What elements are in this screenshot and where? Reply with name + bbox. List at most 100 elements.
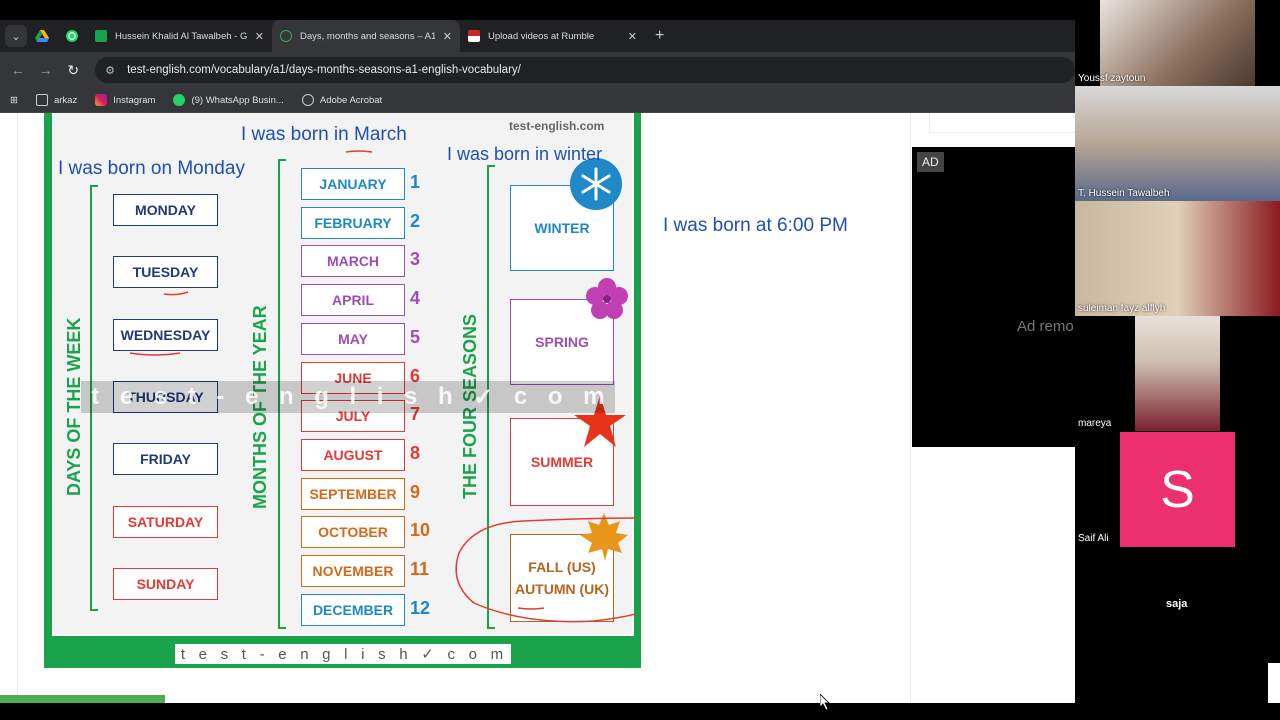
overlay-letter: i <box>376 383 384 410</box>
overlay-letter: e <box>119 383 134 410</box>
participant-name: Saif Ali <box>1078 533 1109 544</box>
footer-letter: t <box>241 645 248 663</box>
overlay-letter: h <box>437 383 453 410</box>
browser-toolbar: ← → ↻ ⚙ test-english.com/vocabulary/a1/d… <box>0 52 1075 88</box>
new-tab-button[interactable]: + <box>655 27 664 45</box>
footer-letter: e <box>198 645 209 663</box>
sheets-icon <box>95 30 107 42</box>
participant-tile[interactable]: S Saif Ali <box>1075 432 1280 547</box>
participant-tile[interactable]: T. Hussein Tawalbeh <box>1075 86 1280 201</box>
checkmark-icon <box>280 30 292 42</box>
tab-title: Hussein Khalid Al Tawalbeh - Go <box>115 30 247 42</box>
tab-title: Days, months and seasons – A1 <box>300 30 435 42</box>
bookmark-acrobat[interactable]: Adobe Acrobat <box>301 94 383 106</box>
footer-letter: l <box>344 645 350 663</box>
instagram-icon <box>95 94 108 106</box>
annotation-season: I was born in winter <box>447 144 603 164</box>
scrollbar[interactable] <box>1268 663 1280 703</box>
footer-letter: c <box>447 645 457 663</box>
participant-tile[interactable]: mareya <box>1075 316 1280 431</box>
overlay-letter: s <box>404 383 418 410</box>
footer-letter: m <box>490 645 506 663</box>
bookmark-label: Instagram <box>113 94 156 106</box>
participant-name: saja <box>1166 598 1188 610</box>
participant-name: T. Hussein Tawalbeh <box>1078 188 1170 199</box>
overlay-letter: t <box>91 383 100 410</box>
overlay-letter: ✓ <box>473 383 494 411</box>
pinned-tab-whatsapp[interactable] <box>57 21 87 51</box>
ad-panel[interactable]: AD Ad remo <box>912 147 1075 447</box>
bookmark-arkaz[interactable]: arkaz <box>35 94 78 106</box>
footer-letter: s <box>220 645 231 663</box>
address-bar[interactable]: ⚙ test-english.com/vocabulary/a1/days-mo… <box>95 57 1075 83</box>
participant-video <box>1075 201 1280 316</box>
overlay-letter: l <box>349 383 357 410</box>
tab-search-button[interactable]: ⌄ <box>5 25 27 47</box>
overlay-letter: t <box>187 383 196 410</box>
bookmark-whatsapp[interactable]: (9) WhatsApp Busin... <box>173 94 284 106</box>
bookmark-instagram[interactable]: Instagram <box>95 94 155 106</box>
footer-letter: g <box>322 645 333 663</box>
footer-letter: t <box>180 645 187 663</box>
acrobat-icon <box>301 94 314 106</box>
screen: ⌄ Hussein Khalid Al Tawalbeh - Go ✕ Days… <box>0 0 1280 720</box>
annotation-marks <box>129 150 636 623</box>
mouse-cursor-icon <box>820 694 830 710</box>
whatsapp-icon <box>173 94 186 106</box>
participant-name: suleiman fayz alflyh <box>1078 303 1166 314</box>
close-icon[interactable]: ✕ <box>443 30 452 43</box>
video-gallery: Youssf zaytoun T. Hussein Tawalbeh sulei… <box>1075 0 1280 663</box>
participant-video <box>1075 86 1280 201</box>
flag-icon <box>468 30 480 42</box>
url-text: test-english.com/vocabulary/a1/days-mont… <box>127 64 521 76</box>
reload-icon[interactable]: ↻ <box>59 62 87 79</box>
overlay-letter: c <box>513 383 528 410</box>
chart-inner-panel: test-english.com DAYS OF THE WEEK MONTHS… <box>52 113 636 636</box>
ad-remove-text[interactable]: Ad remo <box>1017 318 1074 335</box>
sidebar-box <box>929 113 1075 133</box>
pinned-tab-drive[interactable] <box>27 21 57 51</box>
overlay-letter: e <box>244 383 259 410</box>
footer-letter: s <box>378 645 388 663</box>
annotation-time: I was born at 6:00 PM <box>663 215 848 236</box>
site-info-icon[interactable]: ⚙ <box>105 64 123 77</box>
tab-title: Upload videos at Rumble <box>488 30 595 42</box>
footer-letter: e <box>278 645 289 663</box>
tab-hussein[interactable]: Hussein Khalid Al Tawalbeh - Go ✕ <box>87 20 272 52</box>
footer-letter: i <box>361 645 367 663</box>
tab-rumble[interactable]: Upload videos at Rumble ✕ <box>460 20 645 52</box>
page-left-margin <box>0 113 18 703</box>
participant-video <box>1135 316 1220 431</box>
overlay-letter: g <box>314 383 329 410</box>
overlay-letter: s <box>153 383 168 410</box>
apps-grid-icon[interactable]: ⊞ <box>10 95 18 106</box>
google-drive-icon <box>35 29 49 42</box>
tab-days-months[interactable]: Days, months and seasons – A1 ✕ <box>272 20 460 52</box>
bookmarks-bar: ⊞ arkaz Instagram (9) WhatsApp Busin... … <box>0 88 1075 113</box>
bottom-bar <box>0 703 1280 720</box>
bookmark-label: Adobe Acrobat <box>319 94 383 106</box>
bookmark-label: arkaz <box>53 94 78 106</box>
overlay-letter: - <box>216 383 225 410</box>
participant-tile[interactable]: Youssf zaytoun <box>1075 0 1280 86</box>
footer-letter: h <box>399 645 410 663</box>
footer-letter: o <box>468 645 479 663</box>
folder-icon <box>35 94 48 106</box>
back-arrow-icon[interactable]: ← <box>4 62 32 78</box>
chevron-down-icon: ⌄ <box>11 30 21 43</box>
watermark-overlay: t e s t - e n g l i s h ✓ c o m <box>81 381 615 413</box>
annotation-day: I was born on Monday <box>58 158 245 179</box>
forward-arrow-icon[interactable]: → <box>32 62 60 78</box>
web-page: test-english.com DAYS OF THE WEEK MONTHS… <box>0 113 1075 703</box>
ad-badge: AD <box>917 152 944 172</box>
close-icon[interactable]: ✕ <box>628 30 637 43</box>
participant-tile[interactable]: saja <box>1075 547 1280 662</box>
close-icon[interactable]: ✕ <box>255 30 264 43</box>
footer-letter: - <box>259 645 267 663</box>
participant-name: Youssf zaytoun <box>1078 73 1146 84</box>
avatar: S <box>1120 432 1235 547</box>
overlay-letter: o <box>547 383 563 410</box>
participant-tile[interactable]: suleiman fayz alflyh <box>1075 201 1280 316</box>
footer-letter: n <box>300 645 311 663</box>
tab-bar: ⌄ Hussein Khalid Al Tawalbeh - Go ✕ Days… <box>0 20 1075 52</box>
